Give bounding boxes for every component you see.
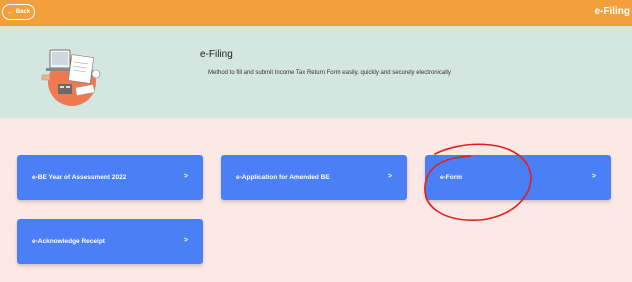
chevron-right-icon: >	[387, 173, 392, 180]
desk-illustration	[41, 49, 101, 106]
e-acknowledge-receipt-card[interactable]: e-Acknowledge Receipt >	[17, 219, 203, 264]
back-label: Back	[15, 9, 31, 15]
hero-banner: e-Filing Method to fill and submit Incom…	[0, 26, 632, 118]
chevron-right-icon: >	[591, 173, 596, 180]
hero-description: Method to fill and submit Income Tax Ret…	[208, 70, 451, 76]
top-bar: ← Back e-Filing	[0, 0, 632, 26]
chevron-right-icon: >	[183, 173, 188, 180]
card-label: e-BE Year of Assessment 2022	[32, 174, 127, 181]
ebe-year-of-assessment-card[interactable]: e-BE Year of Assessment 2022 >	[17, 155, 203, 200]
hero-title: e-Filing	[200, 49, 233, 60]
e-form-card[interactable]: e-Form >	[425, 155, 611, 200]
chevron-right-icon: >	[183, 237, 188, 244]
back-button[interactable]: ← Back	[2, 4, 35, 20]
page-title: e-Filing	[594, 6, 630, 17]
card-label: e-Acknowledge Receipt	[32, 238, 105, 245]
arrow-left-icon: ←	[6, 8, 14, 16]
card-label: e-Application for Amended BE	[236, 174, 330, 181]
card-label: e-Form	[440, 174, 463, 181]
e-application-amended-be-card[interactable]: e-Application for Amended BE >	[221, 155, 407, 200]
